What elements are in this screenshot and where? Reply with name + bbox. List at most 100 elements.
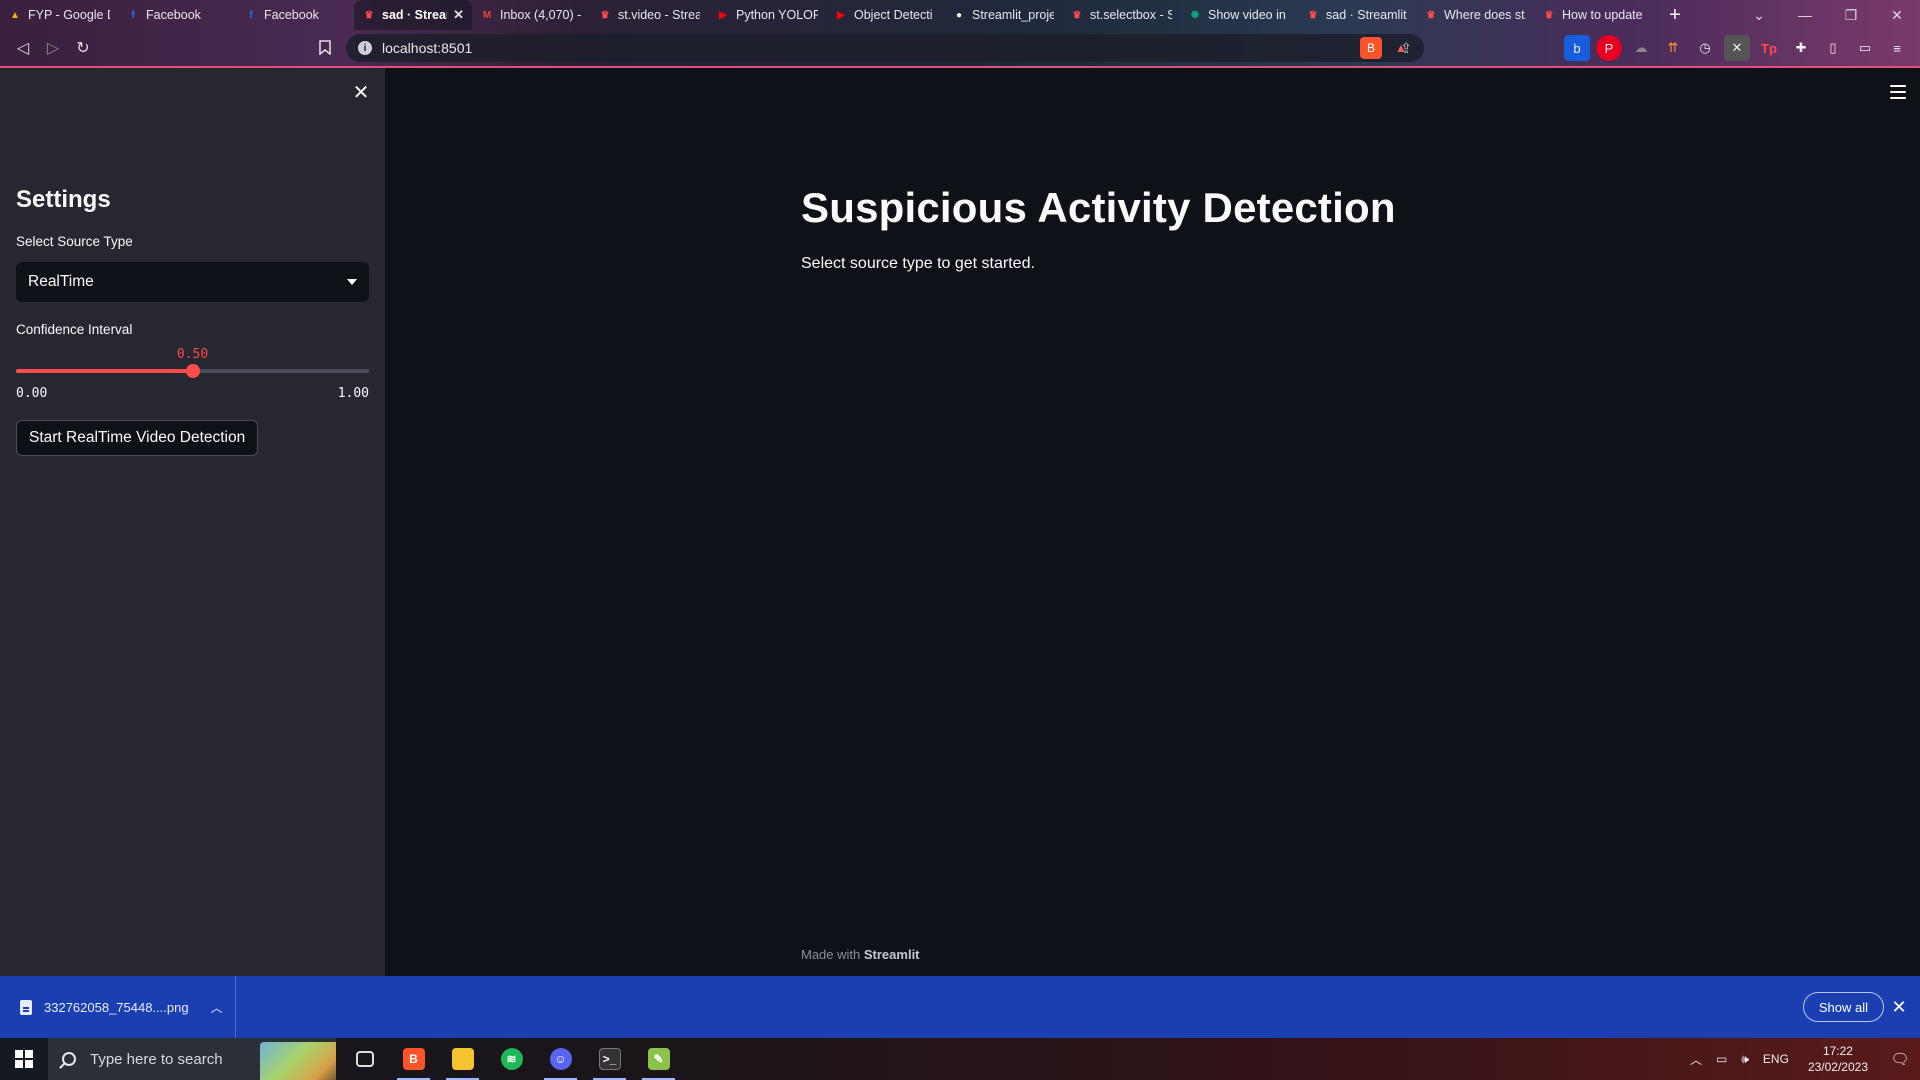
brave-shields-icon[interactable]: B bbox=[1360, 37, 1382, 59]
start-detection-button[interactable]: Start RealTime Video Detection bbox=[16, 420, 259, 456]
new-tab-button[interactable]: + bbox=[1660, 0, 1690, 30]
site-info-icon[interactable]: i bbox=[358, 41, 372, 55]
tp-extension-icon[interactable]: Tp bbox=[1756, 35, 1782, 61]
brave-icon: B bbox=[402, 1048, 425, 1070]
confidence-label: Confidence Interval bbox=[16, 322, 133, 337]
footer-streamlit-link[interactable]: Streamlit bbox=[864, 947, 920, 962]
browser-toolbar: ◁ ▷ ↻ i localhost:8501 ⇪ B ▲ b P ☁ ⇈ ◷ ✕… bbox=[0, 32, 1920, 64]
browser-tab[interactable]: ♛ st.selectbox - S bbox=[1062, 0, 1180, 30]
address-bar[interactable]: i localhost:8501 ⇪ bbox=[346, 34, 1424, 62]
browser-tab[interactable]: ♛ sad · Streamlit bbox=[1298, 0, 1416, 30]
browser-tab[interactable]: M Inbox (4,070) - bbox=[472, 0, 590, 30]
browser-tab[interactable]: ♛ Where does st. bbox=[1416, 0, 1534, 30]
browser-tab[interactable]: ♛ How to update bbox=[1534, 0, 1652, 30]
pinterest-icon[interactable]: P bbox=[1596, 35, 1622, 61]
browser-tab[interactable]: ✺ Show video in bbox=[1180, 0, 1298, 30]
tab-label: Streamlit_proje bbox=[972, 8, 1054, 22]
tab-label: Where does st. bbox=[1444, 8, 1526, 22]
taskbar-brave[interactable]: B bbox=[389, 1038, 438, 1080]
confidence-slider[interactable] bbox=[16, 364, 369, 378]
hamburger-menu-icon[interactable] bbox=[1890, 85, 1906, 99]
search-icon bbox=[62, 1052, 76, 1066]
browser-tab[interactable]: ♛ sad · Stream ✕ bbox=[354, 0, 472, 30]
footer: Made with Streamlit bbox=[801, 947, 920, 962]
restore-button[interactable]: ❐ bbox=[1828, 0, 1874, 30]
browser-tab[interactable]: ▶ Object Detecti bbox=[826, 0, 944, 30]
download-item[interactable]: 332762058_75448....png ︿ bbox=[0, 976, 236, 1038]
slider-thumb[interactable] bbox=[185, 364, 200, 378]
minimize-button[interactable]: — bbox=[1782, 0, 1828, 30]
facebook-icon: f bbox=[249, 9, 253, 21]
bookmark-icon[interactable] bbox=[312, 34, 338, 60]
taskbar-discord[interactable]: ☺ bbox=[536, 1038, 585, 1080]
streamlit-icon: ♛ bbox=[1308, 9, 1318, 21]
bitwarden-icon[interactable]: b bbox=[1564, 35, 1590, 61]
browser-menu-icon[interactable]: ≡ bbox=[1884, 35, 1910, 61]
download-bar: 332762058_75448....png ︿ Show all ✕ bbox=[0, 976, 1920, 1038]
taskbar-file-explorer[interactable] bbox=[438, 1038, 487, 1080]
folder-icon bbox=[451, 1048, 474, 1070]
network-icon[interactable]: ▭ bbox=[1709, 1052, 1734, 1066]
github-icon: ● bbox=[955, 9, 963, 21]
taskbar-search[interactable]: Type here to search bbox=[48, 1038, 336, 1080]
browser-tab[interactable]: ● Streamlit_proje bbox=[944, 0, 1062, 30]
language-indicator[interactable]: ENG bbox=[1756, 1052, 1796, 1066]
tool-extension-icon[interactable]: ✕ bbox=[1724, 35, 1750, 61]
reload-button[interactable]: ↻ bbox=[68, 33, 98, 63]
tab-label: sad · Streamlit bbox=[1326, 8, 1407, 22]
close-download-bar-icon[interactable]: ✕ bbox=[1888, 994, 1910, 1020]
start-button[interactable] bbox=[0, 1038, 48, 1080]
browser-tab[interactable]: f Facebook bbox=[118, 0, 236, 30]
volume-icon[interactable]: 🕪 bbox=[1734, 1052, 1756, 1067]
file-icon bbox=[20, 999, 32, 1015]
forward-button[interactable]: ▷ bbox=[38, 33, 68, 63]
google-drive-icon: ▲ bbox=[10, 9, 20, 21]
tab-label: How to update bbox=[1562, 8, 1643, 22]
tab-label: Facebook bbox=[264, 8, 319, 22]
wallet-icon[interactable]: ▭ bbox=[1852, 35, 1878, 61]
window-close-button[interactable]: ✕ bbox=[1874, 0, 1920, 30]
source-type-select[interactable]: RealTime bbox=[16, 262, 369, 302]
spotify-icon: ≋ bbox=[500, 1048, 523, 1070]
tray-expand-icon[interactable]: ︿ bbox=[1683, 1051, 1709, 1068]
sidebar-toggle-icon[interactable]: ▯ bbox=[1820, 35, 1846, 61]
show-all-button[interactable]: Show all bbox=[1802, 992, 1884, 1022]
page-subtitle: Select source type to get started. bbox=[801, 255, 1035, 272]
browser-tab[interactable]: f Facebook bbox=[236, 0, 354, 30]
sidebar-title: Settings bbox=[16, 186, 111, 213]
streamlit-icon: ♛ bbox=[364, 9, 374, 21]
source-type-label: Select Source Type bbox=[16, 234, 133, 249]
arrows-extension-icon[interactable]: ⇈ bbox=[1660, 35, 1686, 61]
tab-label: st.selectbox - S bbox=[1090, 8, 1172, 22]
task-view-button[interactable] bbox=[340, 1038, 389, 1080]
clock[interactable]: 17:22 23/02/2023 bbox=[1796, 1043, 1880, 1075]
cloud-icon[interactable]: ☁ bbox=[1628, 35, 1654, 61]
main-content: Suspicious Activity Detection Select sou… bbox=[385, 68, 1920, 976]
address-text: localhost:8501 bbox=[382, 40, 473, 56]
clock-extension-icon[interactable]: ◷ bbox=[1692, 35, 1718, 61]
browser-tab[interactable]: ▲ FYP - Google D bbox=[0, 0, 118, 30]
youtube-icon: ▶ bbox=[719, 9, 727, 21]
browser-tab[interactable]: ▶ Python YOLOR bbox=[708, 0, 826, 30]
tab-label: Python YOLOR bbox=[736, 8, 818, 22]
chevron-up-icon[interactable]: ︿ bbox=[211, 999, 223, 1016]
brave-rewards-icon[interactable]: ▲ bbox=[1390, 37, 1412, 59]
tab-close-icon[interactable]: ✕ bbox=[453, 7, 464, 23]
taskbar-notepad[interactable]: ✎ bbox=[634, 1038, 683, 1080]
tab-search-icon[interactable]: ⌄ bbox=[1736, 0, 1782, 30]
terminal-icon: >_ bbox=[598, 1048, 621, 1070]
back-button[interactable]: ◁ bbox=[8, 33, 38, 63]
taskbar-terminal[interactable]: >_ bbox=[585, 1038, 634, 1080]
chatgpt-icon: ✺ bbox=[1190, 9, 1200, 21]
taskbar-search-placeholder: Type here to search bbox=[90, 1050, 223, 1068]
slider-max-label: 1.00 bbox=[337, 386, 369, 401]
extensions-puzzle-icon[interactable]: ✚ bbox=[1788, 35, 1814, 61]
windows-taskbar: Type here to search B ≋ ☺ >_ ✎ ︿ ▭ 🕪 ENG… bbox=[0, 1038, 1920, 1080]
tab-label: Object Detecti bbox=[854, 8, 933, 22]
footer-prefix: Made with bbox=[801, 947, 861, 962]
extensions-area: b P ☁ ⇈ ◷ ✕ Tp ✚ ▯ ▭ ≡ bbox=[1564, 32, 1910, 64]
browser-tab[interactable]: ♛ st.video - Strea bbox=[590, 0, 708, 30]
taskbar-spotify[interactable]: ≋ bbox=[487, 1038, 536, 1080]
notification-center-icon[interactable]: 🗨 bbox=[1880, 1038, 1920, 1080]
close-sidebar-icon[interactable]: ✕ bbox=[350, 81, 372, 104]
